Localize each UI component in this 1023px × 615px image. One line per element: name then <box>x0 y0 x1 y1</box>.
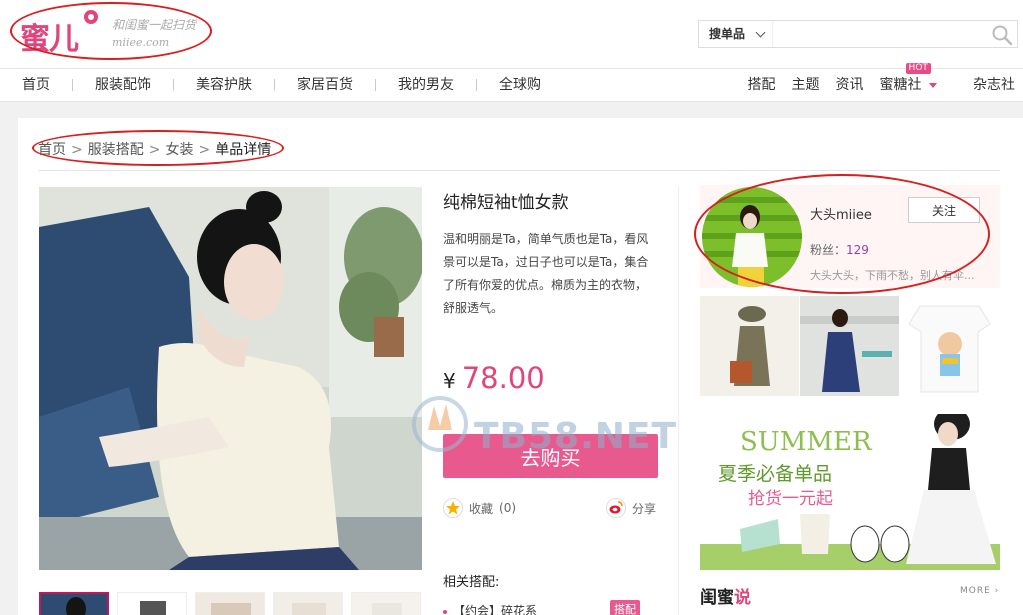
search-icon[interactable] <box>991 24 1013 46</box>
user-bio: 大头大头，下雨不愁，别人有伞... <box>810 269 975 282</box>
search-bar: 搜单品 <box>698 20 1018 48</box>
user-name[interactable]: 大头miiee <box>810 204 872 223</box>
logo-slogan: 和闺蜜一起扫货 <box>112 18 197 32</box>
user-photo-1[interactable] <box>700 296 799 396</box>
currency-symbol: ¥ <box>443 369 456 393</box>
nav-item-outfits[interactable]: 搭配 <box>740 69 784 101</box>
main-nav: 首页 服装配饰 美容护肤 家居百货 我的男友 全球购 搭配 主题 资讯 蜜糖社 … <box>0 63 1023 102</box>
favorite-label: 收藏 <box>469 501 494 516</box>
nav-item-community-label: 蜜糖社 <box>879 77 922 93</box>
more-link[interactable]: MORE › <box>960 586 999 596</box>
favorite-button[interactable]: 收藏 (0) <box>443 498 516 518</box>
product-main-image[interactable] <box>39 187 422 570</box>
share-label: 分享 <box>632 501 657 516</box>
logo-domain: miiee.com <box>112 36 170 49</box>
caret-down-icon <box>929 82 937 88</box>
column-divider <box>678 186 679 615</box>
nav-item-home[interactable]: 首页 <box>0 69 72 101</box>
search-input[interactable] <box>775 23 985 45</box>
nav-item-boyfriend[interactable]: 我的男友 <box>376 69 476 101</box>
nav-item-community[interactable]: 蜜糖社 HOT <box>872 63 945 101</box>
related-outfits-title: 相关搭配: <box>443 575 500 590</box>
breadcrumb-item-women[interactable]: 女装 <box>165 142 193 158</box>
nav-item-home-goods[interactable]: 家居百货 <box>275 69 375 101</box>
user-card: 大头miiee 关注 粉丝：129 大头大头，下雨不愁，别人有伞... <box>700 185 1000 288</box>
logo-heart-icon <box>84 10 98 24</box>
product-price: ¥78.00 <box>443 361 545 395</box>
fans-number: 129 <box>846 243 869 257</box>
breadcrumb-item-clothing[interactable]: 服装搭配 <box>88 142 144 158</box>
section-title-part2: 说 <box>734 588 751 608</box>
user-photo-2[interactable] <box>800 296 899 396</box>
nav-left-group: 首页 服装配饰 美容护肤 家居百货 我的男友 全球购 <box>0 69 563 101</box>
share-button[interactable]: 分享 <box>606 498 656 518</box>
nav-right-group: 搭配 主题 资讯 蜜糖社 HOT 杂志社 <box>740 63 1023 101</box>
breadcrumb-separator: > <box>148 142 161 158</box>
follow-button[interactable]: 关注 <box>908 197 980 223</box>
site-header: 蜜儿 和闺蜜一起扫货 miiee.com 搜单品 <box>0 0 1023 68</box>
hot-badge: HOT <box>905 63 931 74</box>
banner-line2: 抢货一元起 <box>748 489 833 509</box>
product-title: 纯棉短袖t恤女款 <box>443 193 569 213</box>
user-avatar[interactable] <box>702 187 802 287</box>
thumbnail-5[interactable] <box>351 592 421 615</box>
breadcrumb-separator: > <box>71 142 83 158</box>
price-value: 78.00 <box>461 361 545 395</box>
breadcrumb-item-current: 单品详情 <box>215 142 272 158</box>
product-thumbnails <box>39 592 422 615</box>
star-icon <box>443 498 463 518</box>
outfit-badge: 搭配 <box>610 600 640 615</box>
fans-label: 粉丝： <box>810 243 847 257</box>
chevron-down-icon <box>755 27 766 38</box>
thumbnail-1[interactable] <box>39 592 109 615</box>
banner-line1: 夏季必备单品 <box>718 463 832 485</box>
nav-item-magazine[interactable]: 杂志社 <box>945 69 1023 101</box>
arrow-right-icon: › <box>994 586 1000 596</box>
thumbnail-2[interactable] <box>117 592 187 615</box>
banner-title: SUMMER <box>740 427 873 457</box>
nav-item-clothing[interactable]: 服装配饰 <box>73 69 173 101</box>
thumbnail-3[interactable] <box>195 592 265 615</box>
buy-button[interactable]: 去购买 <box>443 434 658 478</box>
breadcrumb-separator: > <box>198 142 211 158</box>
product-detail-panel: 首页 > 服装搭配 > 女装 > 单品详情 纯棉短袖t恤女款 温和明丽是Ta，简… <box>18 118 1023 615</box>
summer-banner[interactable]: SUMMER 夏季必备单品 抢货一元起 <box>700 414 1000 570</box>
nav-item-global[interactable]: 全球购 <box>477 69 563 101</box>
related-outfit-label: 【约会】碎花系 <box>453 604 538 615</box>
product-description: 温和明丽是Ta，简单气质也是Ta，看风景可以是Ta，过日子也可以是Ta，集合了所… <box>443 232 649 315</box>
search-type-select[interactable]: 搜单品 <box>699 21 773 47</box>
logo-text: 蜜儿 <box>20 22 79 57</box>
nav-item-news[interactable]: 资讯 <box>828 69 872 101</box>
section-title-part1: 闺蜜 <box>700 588 734 608</box>
bullet-icon <box>443 609 447 614</box>
favorite-count: (0) <box>499 501 517 515</box>
nav-item-topics[interactable]: 主题 <box>784 69 828 101</box>
breadcrumb-divider <box>38 170 1000 171</box>
weibo-icon <box>606 498 626 518</box>
thumbnail-4[interactable] <box>273 592 343 615</box>
user-photo-grid <box>700 296 1000 396</box>
nav-item-beauty[interactable]: 美容护肤 <box>174 69 274 101</box>
more-label: MORE <box>960 586 991 596</box>
fans-count: 粉丝：129 <box>810 241 869 258</box>
breadcrumb-item-home[interactable]: 首页 <box>38 142 66 158</box>
search-type-label: 搜单品 <box>709 27 746 41</box>
user-photo-3[interactable] <box>900 296 999 396</box>
breadcrumb: 首页 > 服装搭配 > 女装 > 单品详情 <box>38 139 271 159</box>
site-logo[interactable]: 蜜儿 和闺蜜一起扫货 miiee.com <box>16 8 206 57</box>
section-title: 闺蜜说 <box>700 583 751 608</box>
related-outfit-item[interactable]: 【约会】碎花系 <box>443 602 537 615</box>
